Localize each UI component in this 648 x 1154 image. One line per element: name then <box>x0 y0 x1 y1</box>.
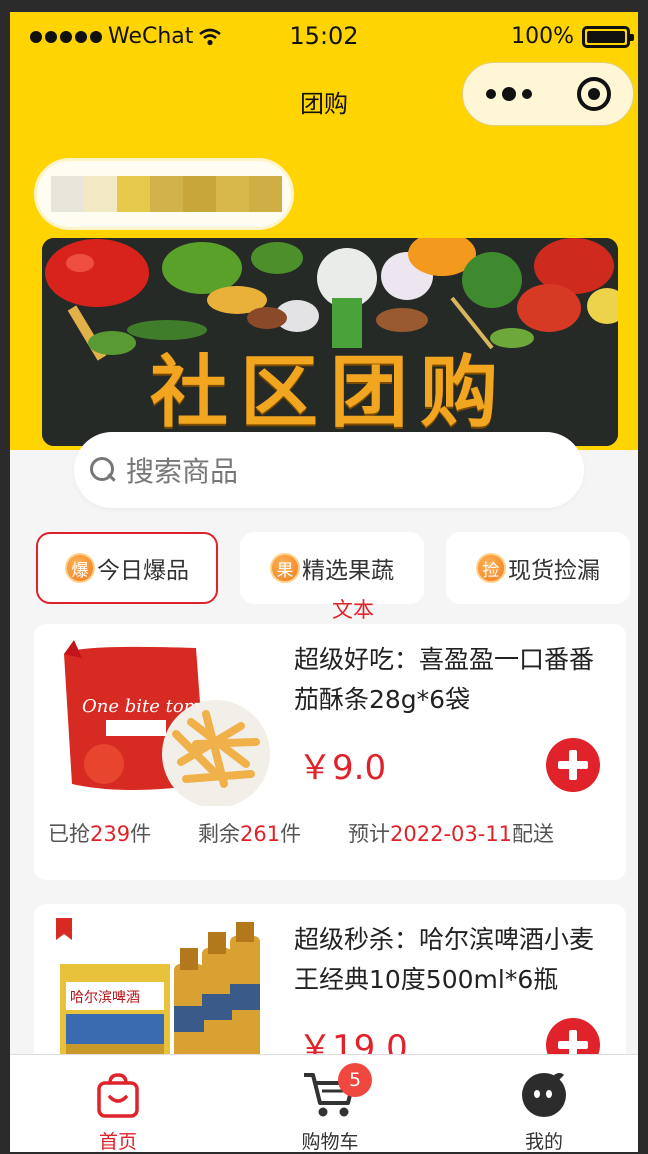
banner-title: 社区团购 <box>149 348 510 438</box>
delivery-date: 预计2022-03-11配送 <box>348 822 555 846</box>
category-subtext: 文本 <box>332 598 374 622</box>
tab-cart[interactable]: 5 购物车 <box>260 1055 400 1152</box>
tab-bar: 首页 5 购物车 我的 <box>10 1054 638 1152</box>
pick-badge-icon: 捡 <box>476 553 506 583</box>
tab-home[interactable]: 首页 <box>48 1055 188 1152</box>
cart-count-badge: 5 <box>338 1063 372 1097</box>
product-price: ￥9.0 <box>298 748 387 788</box>
category-tab-hot[interactable]: 爆 今日爆品 <box>36 532 218 604</box>
promo-banner[interactable]: 社区团购 <box>42 238 618 446</box>
battery-status: 100% <box>511 24 634 49</box>
tab-label: 购物车 <box>301 1131 359 1152</box>
category-tab-clearance[interactable]: 捡 现货捡漏 <box>446 532 630 604</box>
tab-profile[interactable]: 我的 <box>474 1055 614 1152</box>
battery-percent: 100% <box>511 24 574 49</box>
close-target-icon[interactable] <box>576 77 611 111</box>
app-screen: WeChat 15:02 100% 团购 社区团购 搜索商品 爆 今日爆品 果 … <box>10 12 638 1152</box>
category-label: 精选果蔬 <box>302 558 394 584</box>
more-icon[interactable] <box>485 87 532 101</box>
search-icon <box>90 457 116 483</box>
profile-icon <box>522 1073 566 1117</box>
blurred-location-text <box>51 176 282 212</box>
hot-badge-icon: 爆 <box>65 553 95 583</box>
category-label: 今日爆品 <box>97 558 189 584</box>
add-to-cart-icon[interactable] <box>546 738 600 792</box>
tab-label: 首页 <box>98 1131 137 1152</box>
search-placeholder[interactable]: 搜索商品 <box>126 450 238 490</box>
box-brand-text: 哈尔滨啤酒 <box>70 990 140 1006</box>
remaining-count: 剩余261件 <box>198 822 302 846</box>
product-image: One bite tomato <box>46 634 278 806</box>
status-bar: WeChat 15:02 100% <box>10 20 638 54</box>
location-pill[interactable] <box>34 158 294 230</box>
category-label: 现货捡漏 <box>508 558 600 584</box>
bag-icon <box>97 1073 139 1118</box>
fruit-badge-icon: 果 <box>270 553 300 583</box>
sold-count: 已抢239件 <box>48 822 152 846</box>
product-card[interactable]: One bite tomato 超级好吃：喜盈盈一口番番茄酥条28g*6袋 ￥9… <box>34 624 626 880</box>
miniprogram-capsule <box>462 62 634 126</box>
tab-label: 我的 <box>524 1131 563 1152</box>
product-title: 超级好吃：喜盈盈一口番番茄酥条28g*6袋 <box>294 645 595 714</box>
battery-icon <box>582 25 634 48</box>
search-bar[interactable]: 搜索商品 <box>74 432 584 508</box>
product-title: 超级秒杀：哈尔滨啤酒小麦王经典10度500ml*6瓶 <box>294 925 595 994</box>
